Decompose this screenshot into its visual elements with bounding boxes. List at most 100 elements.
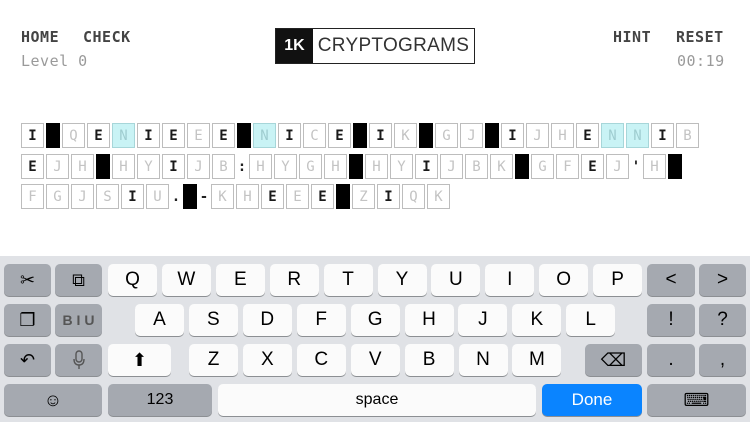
key-q[interactable]: Q [108,264,157,296]
letter-cell[interactable]: J [526,123,549,148]
paste-button[interactable]: ❐ [4,304,51,336]
shift-key[interactable]: ⬆ [108,344,171,376]
letter-cell[interactable]: F [21,184,44,209]
undo-button[interactable]: ↶ [4,344,51,376]
key-n[interactable]: N [458,344,508,376]
reset-link[interactable]: RESET [676,28,724,46]
letter-cell[interactable]: Q [402,184,425,209]
key-g[interactable]: G [350,304,400,336]
letter-cell[interactable]: Y [137,154,160,179]
letter-cell[interactable]: H [643,154,666,179]
letter-cell[interactable]: E [328,123,351,148]
letter-cell[interactable]: I [501,123,524,148]
letter-cell[interactable]: E [87,123,110,148]
key-y[interactable]: Y [377,264,427,296]
key-j[interactable]: J [458,304,508,336]
exclamation-key[interactable]: ! [647,304,695,336]
letter-cell-selected[interactable]: N [253,123,276,148]
letter-cell[interactable]: K [427,184,450,209]
key-o[interactable]: O [539,264,589,296]
space-key[interactable]: space [218,384,536,416]
letter-cell[interactable]: J [187,154,210,179]
letter-cell[interactable]: E [212,123,235,148]
key-x[interactable]: X [242,344,292,376]
format-button[interactable]: B I U [55,304,102,336]
letter-cell[interactable]: I [369,123,392,148]
letter-cell[interactable]: C [303,123,326,148]
dictation-button[interactable] [55,344,102,376]
letter-cell[interactable]: E [21,154,44,179]
numbers-key[interactable]: 123 [108,384,212,416]
period-key[interactable]: . [647,344,695,376]
letter-cell[interactable]: I [21,123,44,148]
letter-cell-selected[interactable]: N [626,123,649,148]
letter-cell[interactable]: Z [352,184,375,209]
letter-cell[interactable]: H [365,154,388,179]
letter-cell[interactable]: I [137,123,160,148]
letter-cell[interactable]: J [46,154,69,179]
letter-cell[interactable]: K [394,123,417,148]
hint-link[interactable]: HINT [613,28,651,46]
done-button[interactable]: Done [542,384,642,416]
emoji-button[interactable]: ☺ [4,384,102,416]
key-z[interactable]: Z [189,344,238,376]
letter-cell[interactable]: E [581,154,604,179]
letter-cell[interactable]: J [71,184,94,209]
letter-cell[interactable]: B [676,123,699,148]
key-h[interactable]: H [404,304,454,336]
letter-cell[interactable]: B [212,154,235,179]
copy-button[interactable]: ⧉ [55,264,102,296]
key-s[interactable]: S [188,304,238,336]
key-d[interactable]: D [242,304,292,336]
letter-cell-selected[interactable]: N [601,123,624,148]
letter-cell[interactable]: F [556,154,579,179]
key-a[interactable]: A [135,304,184,336]
key-u[interactable]: U [431,264,481,296]
letter-cell[interactable]: K [490,154,513,179]
letter-cell[interactable]: Y [274,154,297,179]
letter-cell[interactable]: B [465,154,488,179]
key-i[interactable]: I [485,264,535,296]
letter-cell[interactable]: J [440,154,463,179]
letter-cell[interactable]: K [211,184,234,209]
letter-cell[interactable]: Q [62,123,85,148]
letter-cell[interactable]: G [299,154,322,179]
cursor-right-key[interactable]: > [699,264,746,296]
key-w[interactable]: W [161,264,211,296]
letter-cell[interactable]: J [460,123,483,148]
key-k[interactable]: K [512,304,562,336]
letter-cell[interactable]: H [236,184,259,209]
letter-cell[interactable]: G [435,123,458,148]
key-v[interactable]: V [350,344,400,376]
key-f[interactable]: F [296,304,346,336]
cut-button[interactable]: ✂ [4,264,51,296]
key-b[interactable]: B [404,344,454,376]
letter-cell[interactable]: E [576,123,599,148]
letter-cell-selected[interactable]: N [112,123,135,148]
letter-cell[interactable]: I [415,154,438,179]
check-link[interactable]: CHECK [83,28,131,46]
key-t[interactable]: T [323,264,373,296]
cursor-left-key[interactable]: < [647,264,695,296]
letter-cell[interactable]: H [249,154,272,179]
letter-cell[interactable]: E [286,184,309,209]
letter-cell[interactable]: J [606,154,629,179]
letter-cell[interactable]: G [46,184,69,209]
key-m[interactable]: M [512,344,562,376]
letter-cell[interactable]: E [162,123,185,148]
letter-cell[interactable]: S [96,184,119,209]
letter-cell[interactable]: I [651,123,674,148]
key-l[interactable]: L [566,304,616,336]
letter-cell[interactable]: H [324,154,347,179]
dismiss-keyboard-button[interactable]: ⌨ [647,384,746,416]
key-c[interactable]: C [296,344,346,376]
home-link[interactable]: HOME [21,28,59,46]
backspace-key[interactable]: ⌫ [585,344,642,376]
letter-cell[interactable]: H [551,123,574,148]
key-e[interactable]: E [215,264,265,296]
letter-cell[interactable]: E [311,184,334,209]
comma-key[interactable]: , [699,344,746,376]
letter-cell[interactable]: Y [390,154,413,179]
letter-cell[interactable]: I [278,123,301,148]
letter-cell[interactable]: E [261,184,284,209]
